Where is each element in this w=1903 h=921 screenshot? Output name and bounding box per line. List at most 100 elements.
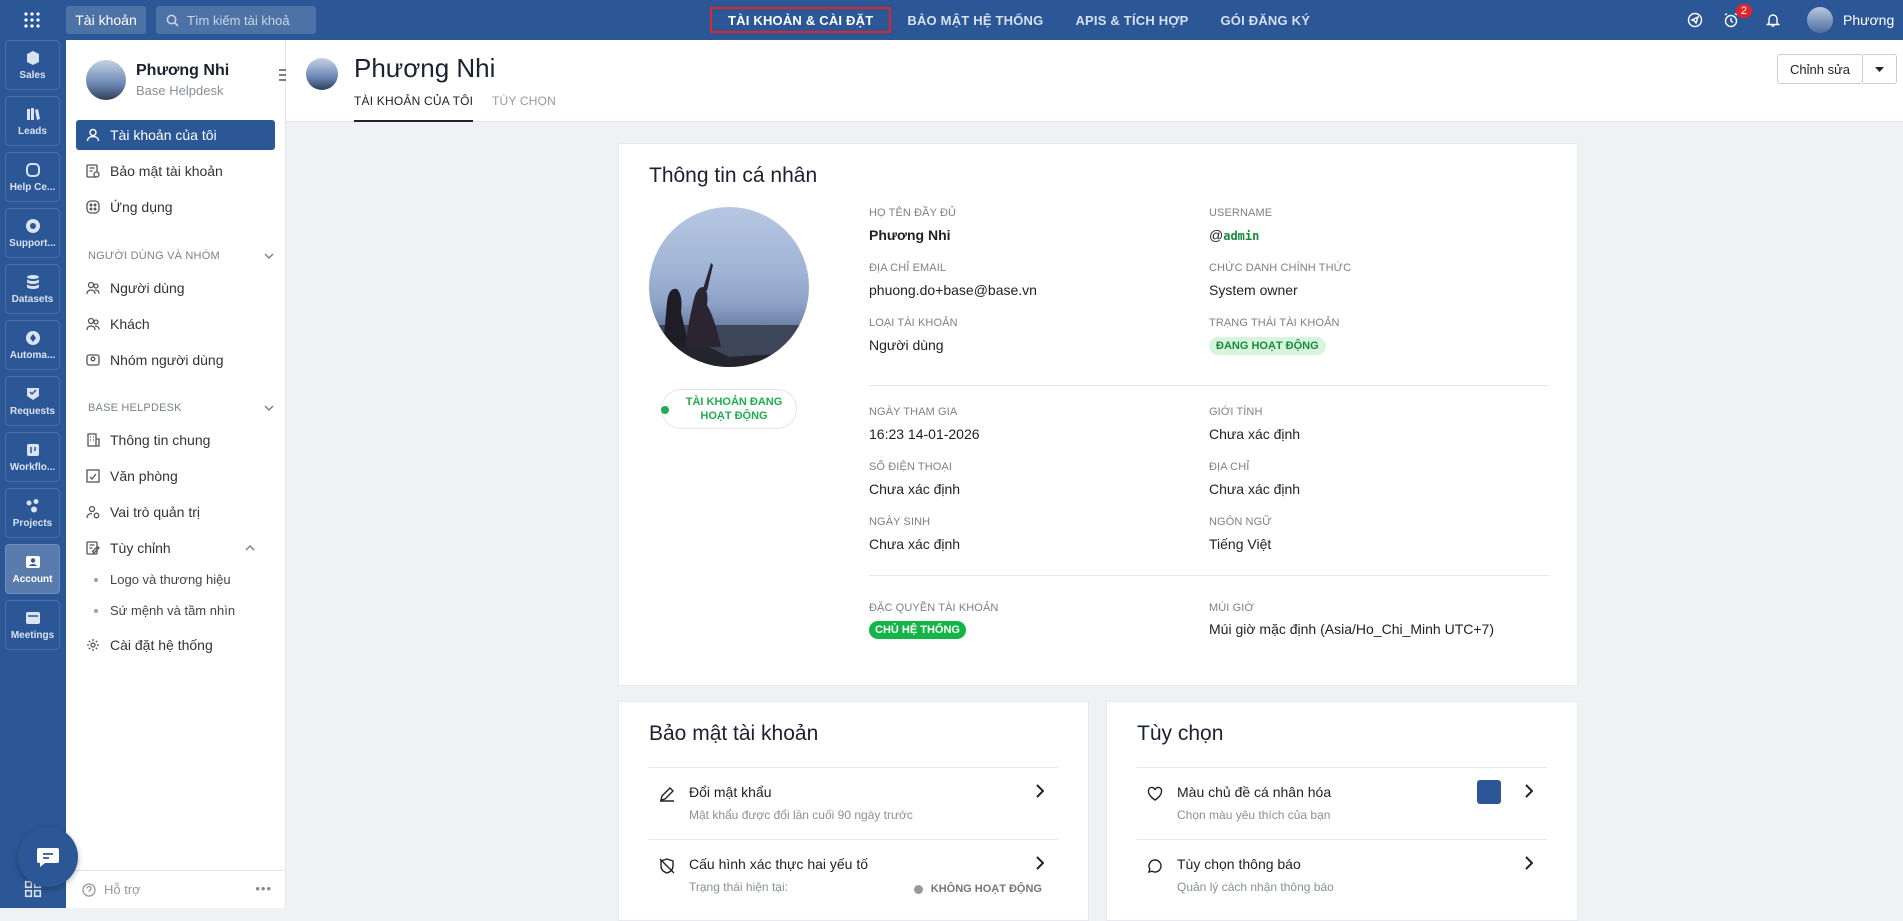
notification-badge: 2 [1735, 4, 1752, 18]
account-icon [25, 555, 40, 568]
profile-divider-1 [869, 385, 1549, 386]
gender-value: Chưa xác định [1209, 426, 1301, 442]
gear-icon [87, 639, 99, 651]
account-type-label: LOẠI TÀI KHOẢN [869, 317, 958, 329]
edit-button[interactable]: Chỉnh sửa [1777, 54, 1863, 84]
chat-icon [37, 848, 59, 867]
username-label: USERNAME [1209, 207, 1273, 219]
sidebar-item-apps[interactable]: Ứng dụng [76, 192, 275, 222]
theme-color-label: Màu chủ đề cá nhân hóa [1177, 784, 1332, 800]
chevron-right-icon [1036, 784, 1044, 798]
sidebar-item-guests[interactable]: Khách [76, 309, 275, 339]
rail-datasets[interactable]: Datasets [5, 264, 60, 314]
username-value: @admin [1209, 227, 1260, 243]
language-value: Tiếng Việt [1209, 536, 1272, 552]
account-type-value: Người dùng [869, 337, 944, 353]
app-rail: Sales Leads Help Ce... Support... Datase… [0, 40, 66, 908]
change-password-label: Đổi mật khẩu [689, 784, 772, 800]
tab-my-account[interactable]: TÀI KHOẢN CỦA TÔI [354, 94, 474, 122]
change-password-sub: Mật khẩu được đổi lần cuối 90 ngày trước [689, 808, 913, 822]
chevron-right-icon [1525, 784, 1533, 798]
account-status-label: TRẠNG THÁI TÀI KHOẢN [1209, 317, 1340, 329]
theme-color-row[interactable]: Màu chủ đề cá nhân hóa Chọn màu yêu thíc… [1137, 767, 1547, 839]
full-name-label: HỌ TÊN ĐẦY ĐỦ [869, 207, 957, 219]
alarm-clock-icon[interactable]: 2 [1719, 4, 1752, 32]
section-base-helpdesk[interactable]: BASE HELPDESK [88, 402, 274, 414]
chat-bubble-icon [1148, 859, 1162, 873]
sidebar-item-my-account[interactable]: Tài khoản của tôi [76, 120, 275, 150]
security-list-icon [86, 164, 100, 178]
profile-divider-2 [869, 575, 1549, 576]
rail-leads[interactable]: Leads [5, 96, 60, 146]
sidebar-item-admin-roles[interactable]: Vai trò quản trị [76, 497, 275, 527]
nav-account-settings[interactable]: TÀI KHOẢN & CÀI ĐẶT [710, 7, 892, 33]
admin-role-icon [86, 505, 100, 519]
sidebar-item-customize[interactable]: Tùy chỉnh [76, 533, 275, 563]
email-label: ĐỊA CHỈ EMAIL [869, 262, 947, 274]
apps-grid-icon[interactable] [20, 8, 44, 32]
search-icon [166, 14, 179, 27]
phone-label: SỐ ĐIỆN THOẠI [869, 461, 952, 473]
tab-options[interactable]: TÙY CHỌN [492, 94, 556, 122]
help-center-icon [25, 162, 40, 177]
birthday-value: Chưa xác định [869, 536, 961, 552]
help-icon [82, 882, 96, 897]
notification-options-sub: Quản lý cách nhận thông báo [1177, 880, 1334, 894]
sidebar-item-general-info[interactable]: Thông tin chung [76, 425, 275, 455]
account-app-chip[interactable]: Tài khoản [66, 6, 146, 34]
theme-color-swatch[interactable] [1477, 780, 1501, 804]
send-icon[interactable] [1683, 8, 1707, 32]
office-icon [86, 469, 100, 483]
two-factor-row[interactable]: Cấu hình xác thực hai yếu tố Trạng thái … [649, 839, 1058, 911]
sidebar-item-system-settings[interactable]: Cài đặt hệ thống [76, 630, 275, 660]
bell-icon[interactable] [1761, 8, 1785, 32]
building-icon [87, 433, 100, 447]
security-card-title: Bảo mật tài khoản [649, 722, 819, 745]
section-users-groups[interactable]: NGƯỜI DÙNG VÀ NHÓM [88, 250, 274, 262]
account-status-badge: ĐANG HOẠT ĐỘNG [1209, 337, 1326, 355]
options-card: Tùy chọn Màu chủ đề cá nhân hóa Chọn màu… [1106, 701, 1578, 921]
sidebar-item-account-security[interactable]: Bảo mật tài khoản [76, 156, 275, 186]
rail-automation[interactable]: Automa... [5, 320, 60, 370]
change-password-row[interactable]: Đổi mật khẩu Mật khẩu được đổi lần cuối … [649, 767, 1058, 839]
privilege-badge: CHỦ HỆ THỐNG [869, 621, 966, 639]
search-box[interactable]: Tìm kiếm tài khoả [156, 6, 316, 34]
nav-subscription[interactable]: GÓI ĐĂNG KÝ [1205, 7, 1327, 33]
sidebar-item-users[interactable]: Người dùng [76, 273, 275, 303]
timezone-value: Múi giờ mặc định (Asia/Ho_Chi_Minh UTC+7… [1209, 621, 1495, 637]
rail-projects[interactable]: Projects [5, 488, 60, 538]
rail-meetings[interactable]: Meetings [5, 600, 60, 650]
privilege-label: ĐẶC QUYỀN TÀI KHOẢN [869, 602, 999, 614]
search-input[interactable]: Tìm kiếm tài khoả [187, 13, 290, 28]
profile-photo [649, 207, 809, 367]
user-avatar[interactable] [1807, 7, 1833, 33]
account-active-chip: TÀI KHOẢN ĐANG HOẠT ĐỘNG [661, 389, 797, 429]
notification-options-row[interactable]: Tùy chọn thông báo Quản lý cách nhận thô… [1137, 839, 1547, 911]
rail-helpcenter[interactable]: Help Ce... [5, 152, 60, 202]
rail-account[interactable]: Account [5, 544, 60, 594]
sidebar-subitem-mission-vision[interactable]: Sứ mệnh và tầm nhìn [94, 603, 235, 618]
sidebar-subitem-logo-brand[interactable]: Logo và thương hiệu [94, 572, 231, 587]
sidebar-avatar [86, 60, 126, 100]
sidebar-item-offices[interactable]: Văn phòng [76, 461, 275, 491]
heart-icon [1147, 786, 1163, 801]
edit-dropdown-button[interactable] [1863, 54, 1897, 84]
chat-button[interactable] [18, 827, 78, 887]
rail-sales[interactable]: Sales [5, 40, 60, 90]
rail-support[interactable]: Support... [5, 208, 60, 258]
help-link[interactable]: Hỗ trợ [104, 882, 141, 897]
sidebar-item-user-groups[interactable]: Nhóm người dùng [76, 345, 275, 375]
shield-off-icon [659, 858, 675, 874]
nav-apis-integrations[interactable]: APIS & TÍCH HỢP [1059, 7, 1204, 33]
nav-system-security[interactable]: BẢO MẬT HỆ THỐNG [891, 7, 1059, 33]
workflow-icon [26, 443, 39, 456]
requests-icon [26, 387, 39, 400]
chevron-down-icon [264, 405, 274, 411]
join-date-value: 16:23 14-01-2026 [869, 426, 980, 442]
rail-requests[interactable]: Requests [5, 376, 60, 426]
user-name[interactable]: Phương [1843, 12, 1903, 28]
more-options-icon[interactable]: ••• [255, 881, 272, 896]
rail-workflow[interactable]: Workflo... [5, 432, 60, 482]
timezone-label: MÚI GIỜ [1209, 602, 1254, 614]
leads-icon [26, 107, 40, 120]
